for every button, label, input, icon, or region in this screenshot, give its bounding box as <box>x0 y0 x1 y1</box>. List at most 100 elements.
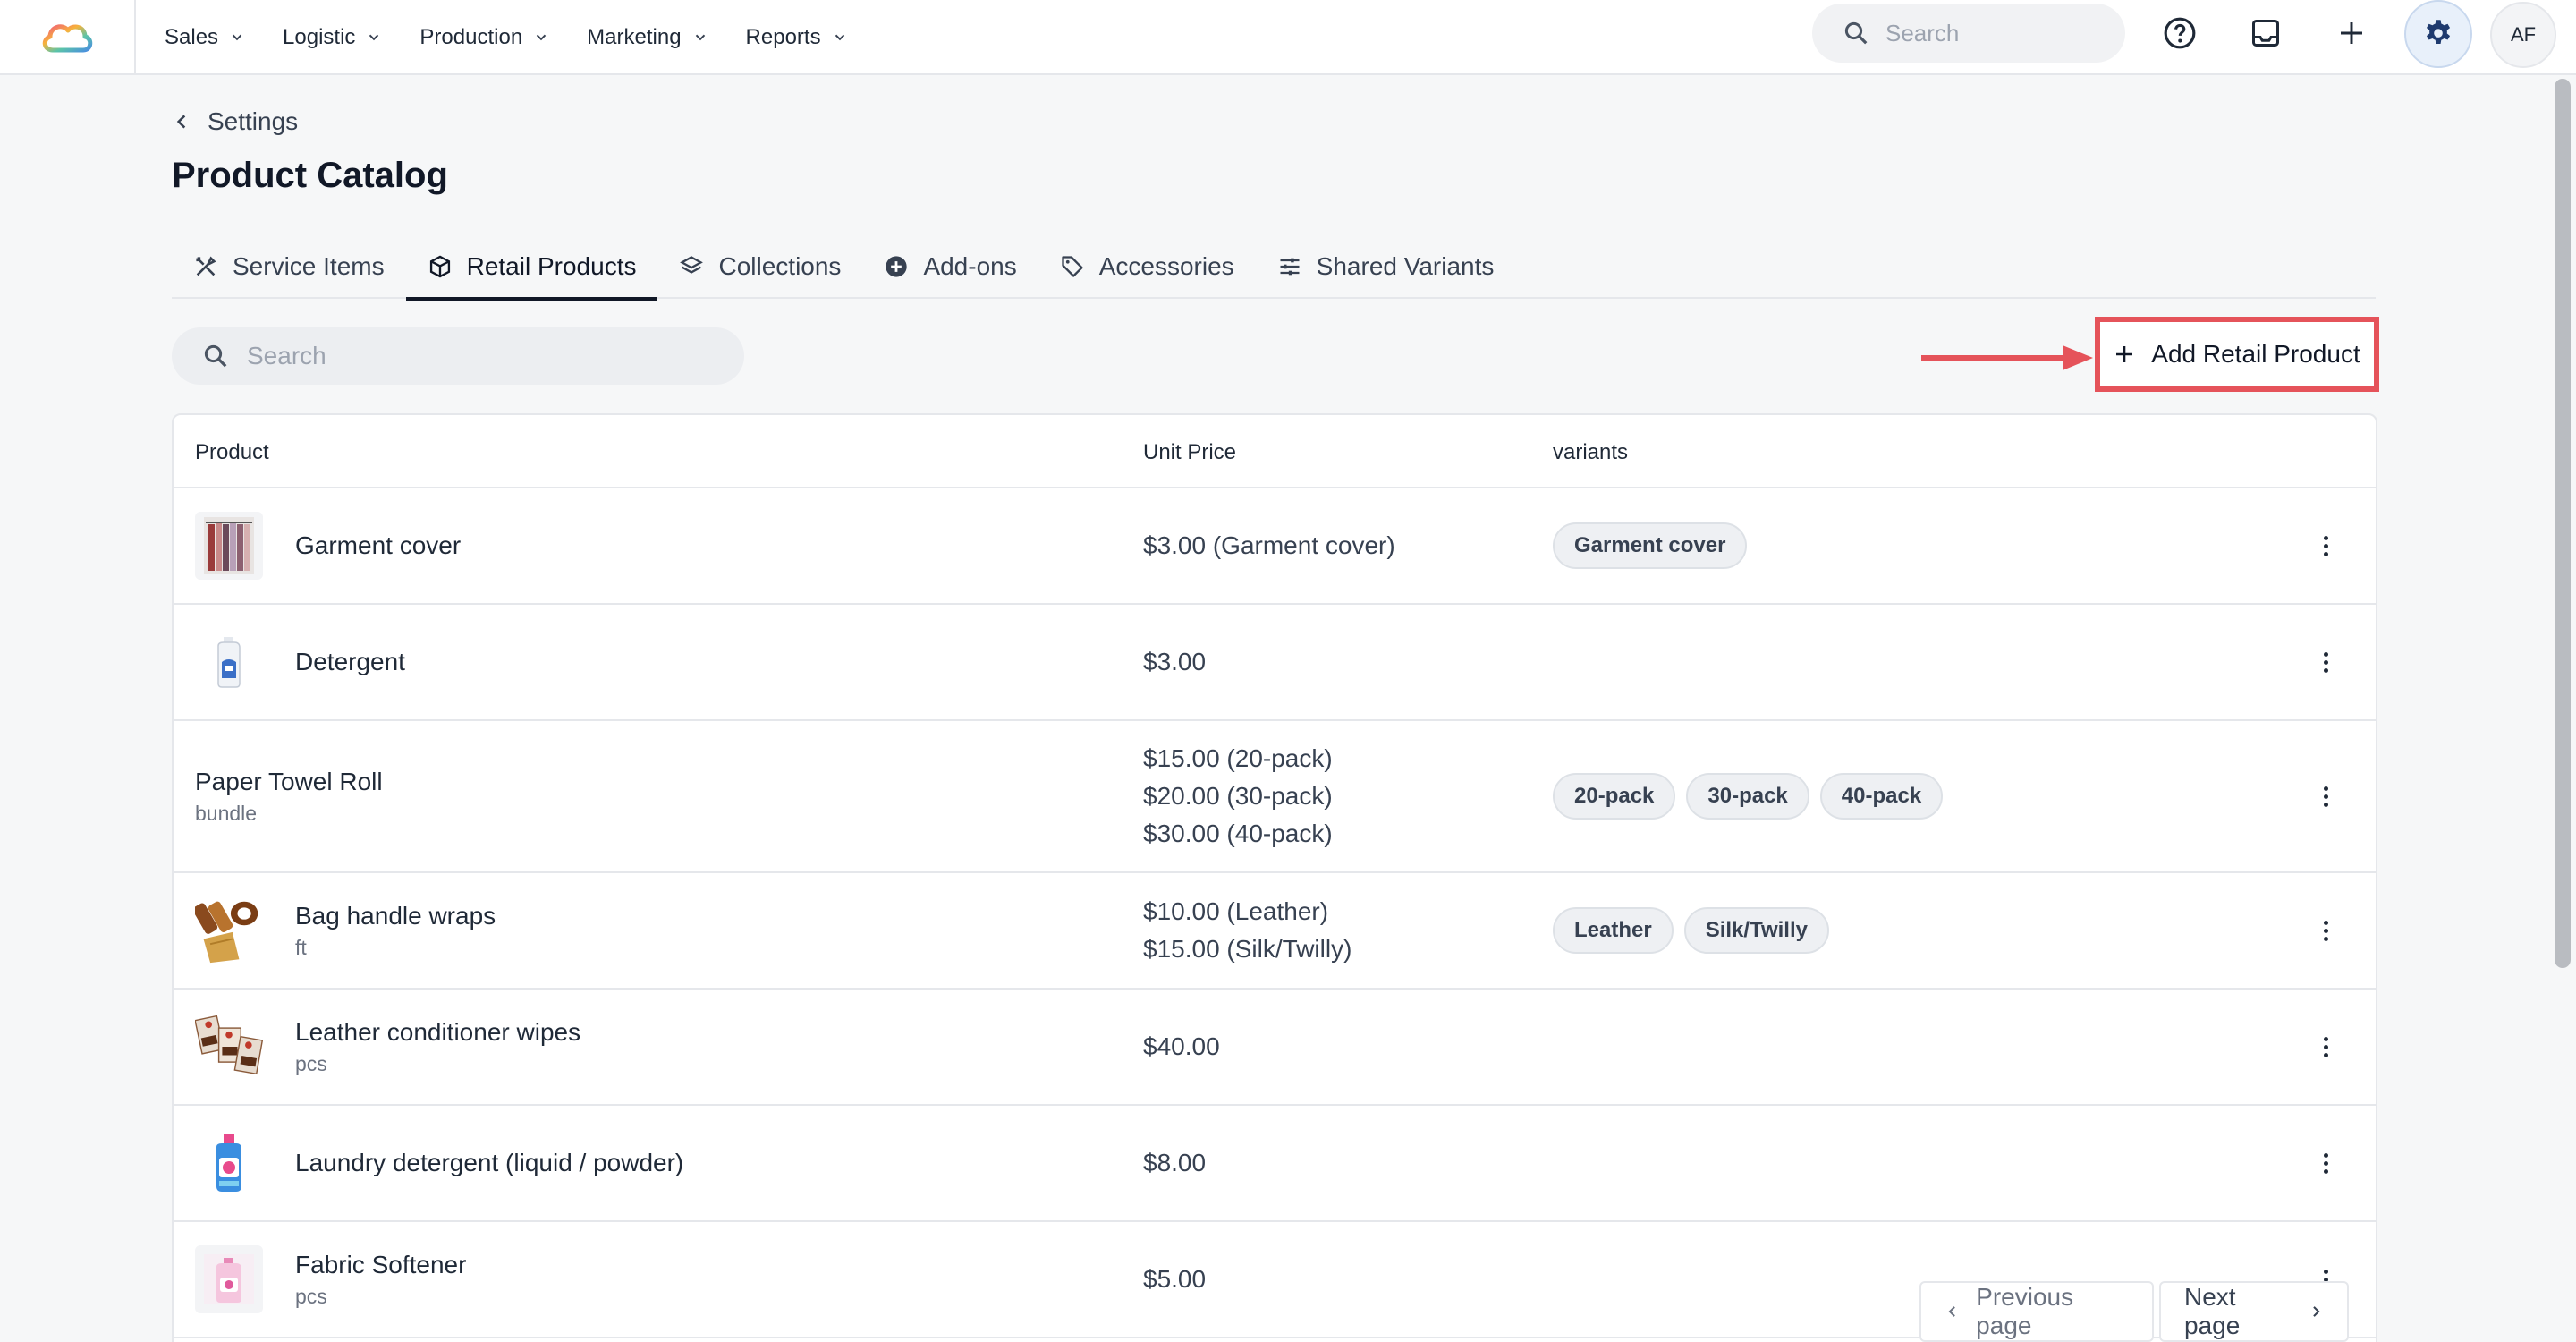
product-text: Detergent <box>295 648 405 676</box>
nav-reports[interactable]: Reports <box>746 25 848 50</box>
row-actions-menu-icon[interactable] <box>2315 644 2336 680</box>
product-unit: pcs <box>295 1284 327 1308</box>
variant-chip: 30-pack <box>1686 773 1809 820</box>
table-row[interactable]: Garment cover $3.00 (Garment cover) Garm… <box>174 488 2376 605</box>
product-name[interactable]: Detergent <box>295 648 405 676</box>
help-button[interactable] <box>2156 9 2204 57</box>
product-name[interactable]: Garment cover <box>295 531 461 560</box>
garment-cover-thumbnail <box>195 512 263 580</box>
chevron-down-icon <box>835 34 844 41</box>
nav-production[interactable]: Production <box>419 25 549 50</box>
product-search-input[interactable] <box>247 342 712 370</box>
nav-logistic[interactable]: Logistic <box>283 25 382 50</box>
plus-icon <box>2116 346 2133 362</box>
product-search[interactable] <box>172 327 744 385</box>
column-header-unit-price[interactable]: Unit Price <box>1143 440 1236 465</box>
catalog-tabs: Service Items Retail Products Collection… <box>172 234 2376 301</box>
chevron-down-icon <box>536 34 547 41</box>
plus-icon <box>2341 22 2362 44</box>
fabric-softener-thumbnail <box>195 1245 263 1313</box>
unit-price-cell: $15.00 (20-pack) $20.00 (30-pack) $30.00… <box>1143 721 1333 871</box>
variants-cell: 20-pack 30-pack 40-pack <box>1553 721 1944 871</box>
settings-button[interactable] <box>2404 0 2472 68</box>
product-unit: pcs <box>295 1051 327 1075</box>
product-name[interactable]: Laundry detergent (liquid / powder) <box>295 1149 683 1177</box>
product-name[interactable]: Bag handle wraps <box>295 902 496 930</box>
global-search-input[interactable] <box>1885 19 2100 47</box>
tab-shared-variants[interactable]: Shared Variants <box>1256 234 1516 299</box>
product-name[interactable]: Leather conditioner wipes <box>295 1018 580 1047</box>
previous-page-button[interactable]: Previous page <box>1919 1281 2154 1342</box>
unit-price-cell: $10.00 (Leather) $15.00 (Silk/Twilly) <box>1143 873 1352 988</box>
tab-label: Add-ons <box>923 252 1017 280</box>
garment-cover-image <box>204 517 254 574</box>
product-text: Fabric Softener pcs <box>295 1251 466 1309</box>
unit-price: $3.00 (Garment cover) <box>1143 531 1395 559</box>
highlight-arrow-icon <box>1921 345 2093 370</box>
product-cell: Paper Towel Roll bundle <box>195 721 383 871</box>
unit-price-cell: $3.00 (Garment cover) <box>1143 488 1395 603</box>
product-cell: Laundry detergent (liquid / powder) <box>195 1106 683 1220</box>
main-nav: Sales Logistic Production Marketing Repo… <box>165 0 886 75</box>
nav-marketing[interactable]: Marketing <box>587 25 708 50</box>
table-row[interactable]: Laundry detergent (liquid / powder) $8.0… <box>174 1106 2376 1222</box>
row-actions-menu-icon[interactable] <box>2315 528 2336 564</box>
add-retail-product-button[interactable]: Add Retail Product <box>2095 317 2379 392</box>
global-search[interactable] <box>1812 4 2125 63</box>
nav-label: Reports <box>745 25 821 49</box>
breadcrumb-label: Settings <box>208 107 299 135</box>
unit-price: $10.00 (Leather) <box>1143 897 1329 925</box>
sliders-icon <box>1280 258 1300 276</box>
row-actions-menu-icon[interactable] <box>2315 913 2336 948</box>
chevron-right-icon <box>2313 1306 2320 1317</box>
product-cell: Bag handle wraps ft <box>195 873 496 988</box>
tab-add-ons[interactable]: Add-ons <box>862 234 1038 299</box>
previous-page-label: Previous page <box>1976 1283 2074 1339</box>
table-row[interactable]: Leather conditioner wipes pcs $40.00 <box>174 990 2376 1106</box>
layers-icon <box>680 256 704 274</box>
tab-label: Service Items <box>233 252 385 280</box>
table-row[interactable]: Bag handle wraps ft $10.00 (Leather) $15… <box>174 873 2376 990</box>
plus-circle-icon <box>886 256 908 277</box>
variant-chip: Silk/Twilly <box>1683 907 1829 954</box>
row-actions-menu-icon[interactable] <box>2315 1029 2336 1065</box>
tab-accessories[interactable]: Accessories <box>1038 234 1256 299</box>
next-page-button[interactable]: Next page <box>2159 1281 2349 1342</box>
avatar[interactable]: AF <box>2490 2 2556 68</box>
tab-label: Collections <box>718 252 842 280</box>
app-logo[interactable] <box>0 0 136 75</box>
tab-collections[interactable]: Collections <box>657 234 862 299</box>
detergent-bottle-image <box>217 637 241 688</box>
row-actions-menu-icon[interactable] <box>2315 1145 2336 1181</box>
column-header-variants[interactable]: variants <box>1553 440 1628 465</box>
chevron-down-icon <box>369 34 379 41</box>
variant-chip: Garment cover <box>1553 522 1748 569</box>
unit-price: $8.00 <box>1143 1149 1207 1176</box>
tag-icon <box>1062 256 1083 277</box>
product-text: Paper Towel Roll bundle <box>195 768 383 826</box>
row-actions-menu-icon[interactable] <box>2315 778 2336 814</box>
unit-price-cell: $40.00 <box>1143 990 1220 1104</box>
inbox-button[interactable] <box>2241 9 2290 57</box>
product-name[interactable]: Paper Towel Roll <box>195 768 383 796</box>
variant-chip: 20-pack <box>1553 773 1676 820</box>
table-row[interactable]: Paper Towel Roll bundle $15.00 (20-pack)… <box>174 721 2376 873</box>
nav-sales[interactable]: Sales <box>165 25 245 50</box>
top-navigation-bar: Sales Logistic Production Marketing Repo… <box>0 0 2576 75</box>
create-button[interactable] <box>2327 9 2376 57</box>
unit-price: $20.00 (30-pack) <box>1143 782 1333 810</box>
product-text: Garment cover <box>295 531 461 560</box>
tab-service-items[interactable]: Service Items <box>172 234 406 299</box>
unit-price: $15.00 (20-pack) <box>1143 744 1333 772</box>
product-name[interactable]: Fabric Softener <box>295 1251 466 1279</box>
column-header-product[interactable]: Product <box>195 440 269 465</box>
tab-retail-products[interactable]: Retail Products <box>405 234 658 301</box>
bag-handle-wraps-image <box>195 901 258 964</box>
table-row[interactable]: Detergent $3.00 <box>174 605 2376 721</box>
product-table: Product Unit Price variants Garment cove… <box>172 413 2377 1342</box>
avatar-initials: AF <box>2510 23 2537 46</box>
scrollbar-thumb[interactable] <box>2555 79 2571 968</box>
chevron-down-icon <box>695 34 705 41</box>
tab-label: Retail Products <box>466 252 637 280</box>
breadcrumb[interactable]: Settings <box>172 107 298 136</box>
